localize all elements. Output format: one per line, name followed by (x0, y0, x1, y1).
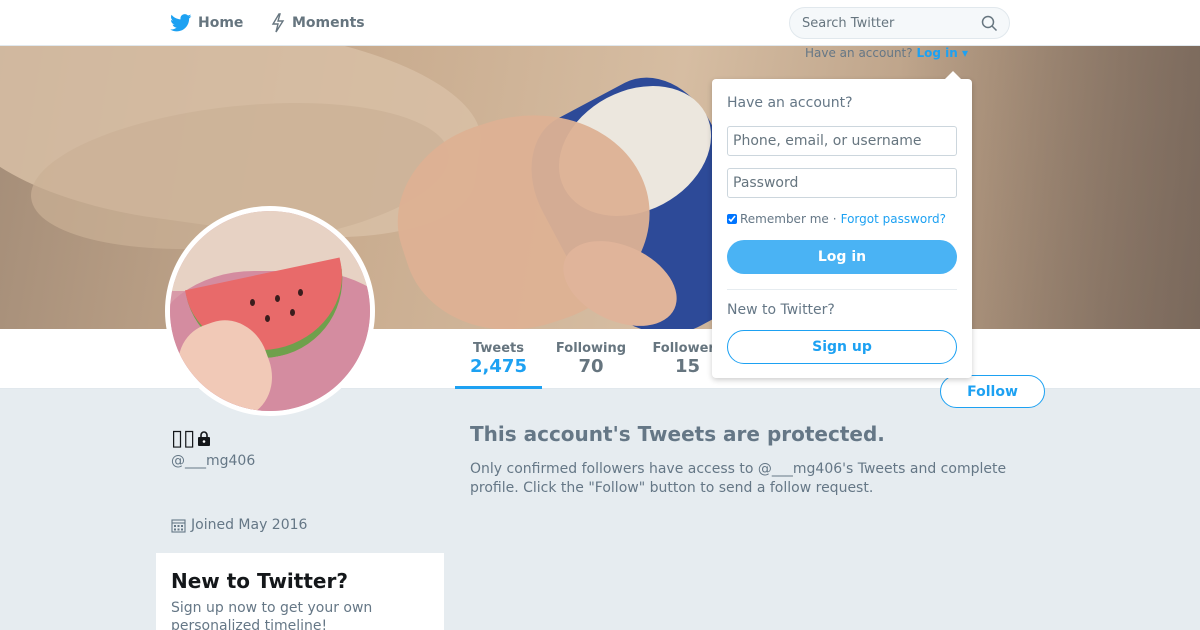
dropdown-caret (945, 71, 961, 79)
search-input[interactable] (802, 8, 972, 38)
header-login-link[interactable]: Log in ▾ (916, 46, 968, 60)
stat-tweets[interactable]: Tweets 2,475 (455, 329, 542, 389)
remember-row: Remember me · Forgot password? (727, 210, 957, 228)
remember-checkbox[interactable] (727, 214, 737, 224)
nav-home[interactable]: Home (170, 0, 243, 46)
login-heading: Have an account? (727, 95, 853, 111)
joined-text: Joined May 2016 (191, 517, 308, 533)
login-dropdown: Have an account? Remember me · Forgot pa… (712, 71, 972, 378)
stat-following[interactable]: Following 70 (548, 329, 634, 389)
lightning-icon (270, 13, 286, 33)
signup-promo-title: New to Twitter? (171, 569, 348, 593)
profile-name-text: ▯▯ (171, 426, 196, 451)
signup-promo-text: Sign up now to get your own personalized… (171, 600, 373, 630)
search-box (789, 7, 1010, 39)
signup-promo-box: New to Twitter? Sign up now to get your … (156, 553, 444, 630)
lock-icon (197, 431, 211, 447)
twitter-bird-icon (170, 14, 192, 32)
protected-message: Only confirmed followers have access to … (470, 461, 1007, 496)
calendar-icon (171, 518, 186, 533)
search-icon[interactable] (981, 15, 998, 36)
signup-button[interactable]: Sign up (727, 330, 957, 364)
protected-title: This account's Tweets are protected. (470, 422, 885, 446)
stat-value: 70 (578, 356, 604, 377)
header-login-prefix: Have an account? (805, 46, 913, 60)
stat-label: Tweets (472, 341, 525, 356)
nav-moments[interactable]: Moments (270, 0, 365, 46)
forgot-password-link[interactable]: Forgot password? (841, 212, 946, 226)
stat-value: 2,475 (470, 356, 527, 377)
profile-handle[interactable]: @___mg406 (171, 453, 255, 469)
remember-label[interactable]: Remember me (740, 212, 829, 226)
link-separator: · (832, 212, 837, 226)
avatar[interactable] (165, 206, 375, 416)
login-button[interactable]: Log in (727, 240, 957, 274)
password-field[interactable] (727, 168, 957, 198)
follow-button[interactable]: Follow (940, 375, 1045, 408)
nav-moments-label: Moments (292, 15, 365, 31)
header-login-prompt: Have an account? Log in ▾ (805, 46, 968, 60)
top-nav: Home Moments (0, 0, 1200, 46)
nav-home-label: Home (198, 15, 244, 31)
new-to-twitter-heading: New to Twitter? (727, 302, 835, 318)
profile-name: ▯▯ (171, 428, 211, 450)
username-field[interactable] (727, 126, 957, 156)
stat-label: Following (555, 341, 627, 356)
joined-date: Joined May 2016 (171, 517, 307, 533)
dropdown-divider (727, 289, 957, 290)
